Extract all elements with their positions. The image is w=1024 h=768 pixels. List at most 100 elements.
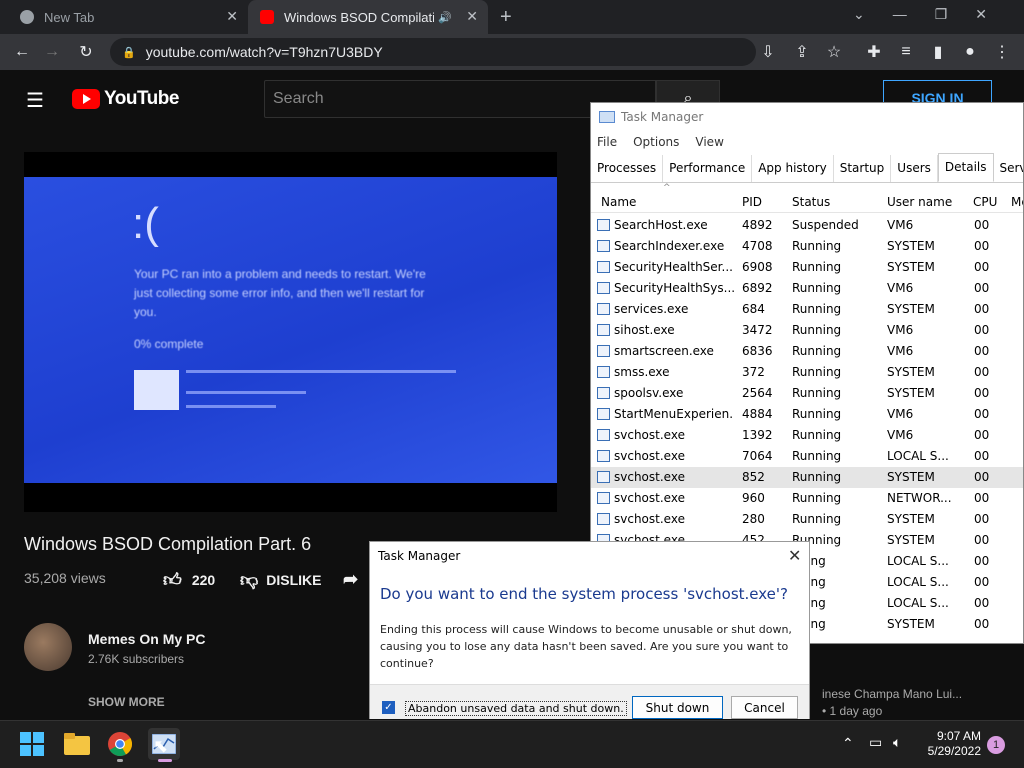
chrome-taskbar-button[interactable] <box>104 728 136 760</box>
like-button[interactable]: 👍︎ 220 <box>163 569 215 591</box>
file-explorer-button[interactable] <box>61 728 93 760</box>
share-icon[interactable]: ⇪ <box>790 40 814 64</box>
close-tab-icon[interactable]: ✕ <box>226 8 238 25</box>
process-icon <box>597 345 610 357</box>
bsod-sad-face: :( <box>132 199 159 248</box>
table-row[interactable]: spoolsv.exe 2564 Running SYSTEM 00 <box>591 383 1023 404</box>
table-row[interactable]: svchost.exe 280 Running SYSTEM 00 <box>591 509 1023 530</box>
windows-logo-icon <box>20 732 44 756</box>
process-cpu: 00 <box>974 281 990 295</box>
share-icon[interactable]: ➦ <box>343 569 358 590</box>
tab-startup[interactable]: Startup <box>834 155 892 182</box>
close-window-button[interactable]: ✕ <box>975 6 987 23</box>
table-row[interactable]: svchost.exe 960 Running NETWOR... 00 <box>591 488 1023 509</box>
volume-icon[interactable]: 🔈︎ <box>893 734 901 751</box>
column-user-name[interactable]: User name <box>887 195 952 209</box>
side-panel-icon[interactable]: ▮ <box>926 40 950 64</box>
tab-performance[interactable]: Performance <box>663 155 753 182</box>
dislike-button[interactable]: 👎︎ DISLIKE <box>240 569 322 591</box>
table-row[interactable]: sihost.exe 3472 Running VM6 00 <box>591 320 1023 341</box>
chevron-up-icon[interactable]: ⌃ <box>842 735 854 752</box>
address-bar[interactable]: 🔒 youtube.com/watch?v=T9hzn7U3BDY <box>110 38 756 66</box>
table-row[interactable]: smss.exe 372 Running SYSTEM 00 <box>591 362 1023 383</box>
abandon-data-checkbox[interactable]: ✓ <box>382 701 395 714</box>
menu-file[interactable]: File <box>597 135 617 149</box>
dialog-question: Do you want to end the system process 's… <box>380 585 788 603</box>
close-tab-icon[interactable]: ✕ <box>466 8 478 25</box>
reload-icon[interactable]: ↻ <box>74 40 98 64</box>
lock-icon: 🔒 <box>122 46 136 59</box>
process-icon <box>597 219 610 231</box>
tab-services[interactable]: Services <box>994 155 1024 182</box>
table-row[interactable]: services.exe 684 Running SYSTEM 00 <box>591 299 1023 320</box>
chrome-icon <box>20 10 34 24</box>
cancel-button[interactable]: Cancel <box>731 696 798 719</box>
table-row[interactable]: SearchIndexer.exe 4708 Running SYSTEM 00 <box>591 236 1023 257</box>
column-memory[interactable]: Me <box>1011 195 1023 209</box>
start-button[interactable] <box>16 728 48 760</box>
process-cpu: 00 <box>974 407 990 421</box>
media-control-icon[interactable]: ≡ <box>894 40 918 64</box>
process-status: Running <box>792 239 842 253</box>
tab-users[interactable]: Users <box>891 155 938 182</box>
table-row[interactable]: svchost.exe 7064 Running LOCAL S... 00 <box>591 446 1023 467</box>
process-cpu: 00 <box>974 554 990 568</box>
tab-processes[interactable]: Processes <box>591 155 664 182</box>
process-icon <box>597 450 610 462</box>
install-icon[interactable]: ⇩ <box>756 40 780 64</box>
tab-app-history[interactable]: App history <box>752 155 834 182</box>
tab-title: Windows BSOD Compilation <box>284 9 434 25</box>
related-video-title[interactable]: inese Champa Mano Lui... <box>822 687 962 701</box>
bsod-line: just collecting some error info, and the… <box>134 286 425 300</box>
column-status[interactable]: Status <box>792 195 830 209</box>
process-user: SYSTEM <box>887 470 935 484</box>
new-tab-button[interactable]: + <box>500 6 512 29</box>
process-pid: 2564 <box>742 386 773 400</box>
bookmark-star-icon[interactable]: ☆ <box>822 40 846 64</box>
extensions-icon[interactable]: ✚ <box>862 40 886 64</box>
restore-button[interactable]: ❐ <box>935 6 948 23</box>
window-controls: ⌄ — ❐ ✕ <box>853 6 987 23</box>
table-row[interactable]: SearchHost.exe 4892 Suspended VM6 00 <box>591 215 1023 236</box>
menu-view[interactable]: View <box>695 135 723 149</box>
table-row[interactable]: SecurityHealthSys... 6892 Running VM6 00 <box>591 278 1023 299</box>
shutdown-button[interactable]: Shut down <box>632 696 723 719</box>
process-cpu: 00 <box>974 239 990 253</box>
minimize-button[interactable]: — <box>893 6 907 23</box>
active-indicator <box>158 759 172 762</box>
back-icon[interactable]: ← <box>10 40 34 64</box>
table-row[interactable]: smartscreen.exe 6836 Running VM6 00 <box>591 341 1023 362</box>
tab-search-icon[interactable]: ⌄ <box>853 6 865 23</box>
table-row[interactable]: svchost.exe 852 Running SYSTEM 00 <box>591 467 1023 488</box>
table-row[interactable]: StartMenuExperien... 4884 Running VM6 00 <box>591 404 1023 425</box>
chrome-menu-icon[interactable]: ⋮ <box>990 40 1014 64</box>
channel-avatar[interactable] <box>24 623 72 671</box>
column-name[interactable]: Name <box>601 195 636 209</box>
checkbox-label[interactable]: Abandon unsaved data and shut down. <box>405 701 627 716</box>
tab-new-tab[interactable]: New Tab ✕ <box>8 0 248 34</box>
notification-badge[interactable]: 1 <box>987 736 1005 754</box>
tab-youtube[interactable]: Windows BSOD Compilation 🔊 ✕ <box>248 0 488 34</box>
hamburger-menu-icon[interactable]: ☰ <box>26 88 44 113</box>
running-indicator <box>117 759 123 762</box>
column-pid[interactable]: PID <box>742 195 762 209</box>
forward-icon[interactable]: → <box>40 40 64 64</box>
menu-options[interactable]: Options <box>633 135 679 149</box>
process-icon <box>597 429 610 441</box>
network-icon[interactable]: ▭ <box>869 734 882 751</box>
speaker-icon[interactable]: 🔊 <box>438 11 452 24</box>
process-name: StartMenuExperien... <box>614 407 734 421</box>
profile-icon[interactable]: ● <box>958 40 982 64</box>
process-name: smss.exe <box>614 365 670 379</box>
clock[interactable]: 9:07 AM 5/29/2022 <box>915 729 981 759</box>
youtube-logo[interactable]: YouTube <box>72 88 179 110</box>
mouse-cursor: ⬉ <box>153 736 169 756</box>
table-row[interactable]: svchost.exe 1392 Running VM6 00 <box>591 425 1023 446</box>
table-row[interactable]: SecurityHealthSer... 6908 Running SYSTEM 00 <box>591 257 1023 278</box>
dialog-title: Task Manager <box>378 549 461 563</box>
close-icon[interactable]: ✕ <box>788 546 801 565</box>
channel-name[interactable]: Memes On My PC <box>88 631 205 647</box>
tab-details[interactable]: Details <box>937 153 994 182</box>
show-more-button[interactable]: SHOW MORE <box>88 695 165 709</box>
column-cpu[interactable]: CPU <box>973 195 997 209</box>
